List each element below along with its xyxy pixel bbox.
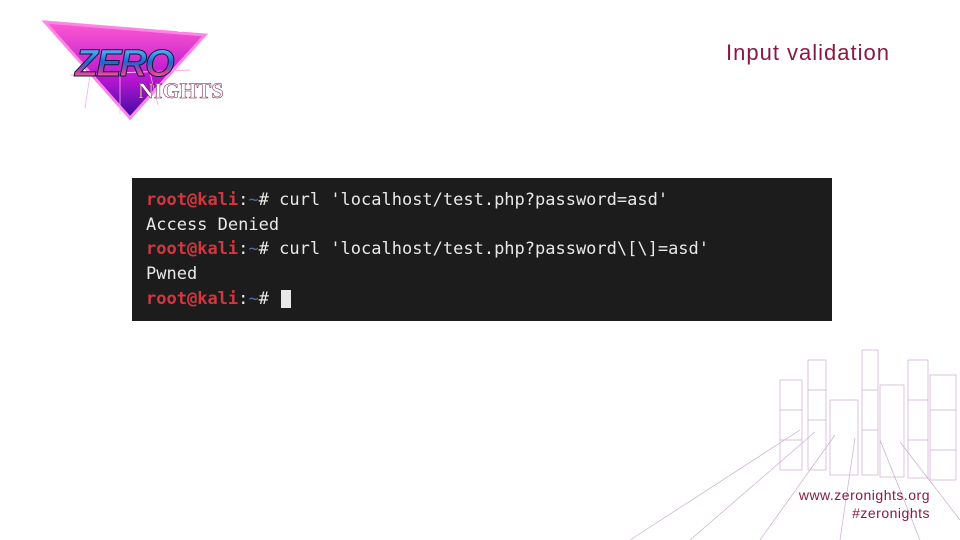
slide-title: Input validation [726,40,890,66]
terminal-line-1: root@kali:~# curl 'localhost/test.php?pa… [146,188,818,213]
logo-episode-text: EPISODE 7 [178,27,224,34]
footer: www.zeronights.org #zeronights [799,486,930,522]
terminal-line-2: root@kali:~# curl 'localhost/test.php?pa… [146,237,818,262]
logo-sub-text: NIGHTS [138,78,224,103]
terminal-output: Pwned [146,262,818,287]
terminal-command: curl 'localhost/test.php?password=asd' [279,190,668,210]
terminal-output: Access Denied [146,213,818,238]
prompt-host: kali [197,190,238,210]
prompt-user: root [146,190,187,210]
zeronights-logo: EPISODE 7 ZERO NIGHTS [30,10,230,130]
terminal-cursor [281,290,291,308]
terminal-window: root@kali:~# curl 'localhost/test.php?pa… [132,178,832,321]
footer-site: www.zeronights.org [799,486,930,504]
terminal-command: curl 'localhost/test.php?password\[\]=as… [279,239,709,259]
terminal-line-3: root@kali:~# [146,287,818,312]
footer-hashtag: #zeronights [799,504,930,522]
prompt-path: ~ [248,190,258,210]
